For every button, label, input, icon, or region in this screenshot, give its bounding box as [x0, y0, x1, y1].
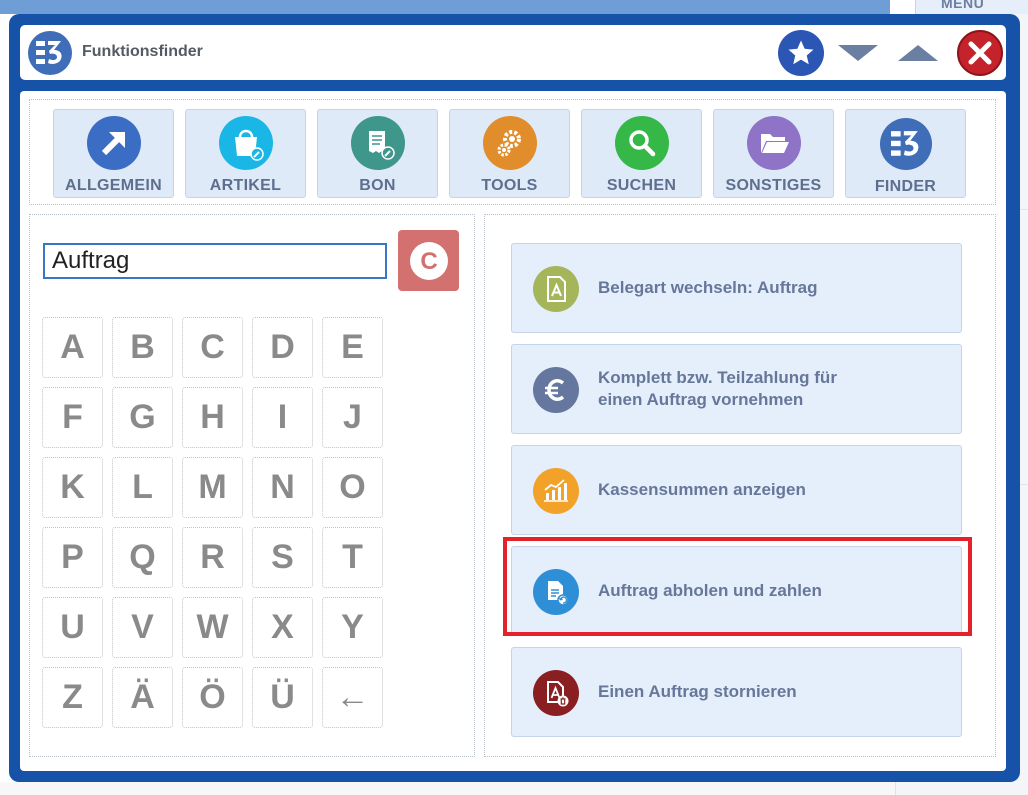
category-finder[interactable]: FINDER: [845, 109, 966, 198]
background-menu-button[interactable]: MENU: [915, 0, 1028, 14]
background-top-bar: [0, 0, 890, 14]
category-sonstiges[interactable]: SONSTIGES: [713, 109, 834, 198]
key[interactable]: P: [42, 527, 103, 588]
key[interactable]: Y: [322, 597, 383, 658]
document-fetch-icon: [533, 569, 579, 615]
triangle-down-icon: [838, 45, 878, 61]
finder-logo-icon: [28, 31, 72, 75]
category-label: FINDER: [874, 178, 937, 195]
key[interactable]: D: [252, 317, 313, 378]
function-label-line1: Komplett bzw. Teilzahlung für: [598, 368, 837, 387]
clear-label: C: [420, 248, 437, 275]
scroll-up-button[interactable]: [895, 30, 941, 76]
folder-icon: [747, 116, 801, 170]
key[interactable]: Ü: [252, 667, 313, 728]
background-menu-label: MENU: [941, 0, 985, 11]
key[interactable]: Ö: [182, 667, 243, 728]
key[interactable]: B: [112, 317, 173, 378]
category-label: BON: [359, 177, 396, 194]
key[interactable]: I: [252, 387, 313, 448]
category-label: SONSTIGES: [725, 177, 822, 194]
function-label: Belegart wechseln: Auftrag: [598, 278, 818, 297]
function-teilzahlung[interactable]: Komplett bzw. Teilzahlung für einen Auftr…: [511, 344, 962, 434]
category-bon[interactable]: BON: [317, 109, 438, 198]
results-panel: Belegart wechseln: Auftrag Komplett bzw.…: [484, 214, 996, 757]
star-icon: [788, 40, 814, 65]
search-input[interactable]: [43, 243, 387, 279]
key[interactable]: M: [182, 457, 243, 518]
key[interactable]: F: [42, 387, 103, 448]
category-label: TOOLS: [481, 177, 538, 194]
shopping-bag-icon: [219, 116, 273, 170]
title-bar: Funktionsfinder: [20, 25, 1006, 80]
key[interactable]: Ä: [112, 667, 173, 728]
key[interactable]: Q: [112, 527, 173, 588]
key[interactable]: N: [252, 457, 313, 518]
key[interactable]: X: [252, 597, 313, 658]
key[interactable]: J: [322, 387, 383, 448]
triangle-up-icon: [898, 45, 938, 61]
function-auftrag-abholen[interactable]: Auftrag abholen und zahlen: [511, 546, 962, 636]
close-icon: [968, 41, 992, 65]
category-bar: ALLGEMEIN ARTIKEL BON TOOLS SUCHEN SONST…: [29, 99, 996, 205]
funktionsfinder-dialog: Funktionsfinder ALLGEMEIN ARTIKEL BON TO…: [9, 14, 1020, 782]
function-label: Kassensummen anzeigen: [598, 480, 806, 499]
function-kassensummen[interactable]: Kassensummen anzeigen: [511, 445, 962, 535]
arrow-up-right-icon: [87, 116, 141, 170]
category-label: ALLGEMEIN: [65, 177, 162, 194]
function-auftrag-stornieren[interactable]: Einen Auftrag stornieren: [511, 647, 962, 737]
key[interactable]: U: [42, 597, 103, 658]
category-label: SUCHEN: [606, 177, 677, 194]
search-panel: C A B C D E F G H I J K L M N O P Q: [29, 214, 475, 757]
key[interactable]: O: [322, 457, 383, 518]
key[interactable]: H: [182, 387, 243, 448]
key[interactable]: S: [252, 527, 313, 588]
function-label: Einen Auftrag stornieren: [598, 682, 797, 701]
magnifier-icon: [615, 116, 669, 170]
favorite-button[interactable]: [778, 30, 824, 76]
key[interactable]: A: [42, 317, 103, 378]
function-label: Auftrag abholen und zahlen: [598, 581, 822, 600]
backspace-key[interactable]: ←: [322, 667, 383, 728]
dialog-title: Funktionsfinder: [82, 43, 203, 60]
function-label-line2: einen Auftrag vornehmen: [598, 390, 804, 409]
key[interactable]: Z: [42, 667, 103, 728]
chart-icon: [533, 468, 579, 514]
category-label: ARTIKEL: [209, 177, 282, 194]
key[interactable]: G: [112, 387, 173, 448]
key[interactable]: E: [322, 317, 383, 378]
key[interactable]: W: [182, 597, 243, 658]
finder-logo-icon: [880, 118, 932, 170]
key[interactable]: L: [112, 457, 173, 518]
dialog-content: ALLGEMEIN ARTIKEL BON TOOLS SUCHEN SONST…: [20, 91, 1006, 771]
clear-icon: C: [409, 241, 448, 280]
key[interactable]: V: [112, 597, 173, 658]
clear-button[interactable]: C: [398, 230, 459, 291]
category-artikel[interactable]: ARTIKEL: [185, 109, 306, 198]
receipt-icon: [351, 116, 405, 170]
category-tools[interactable]: TOOLS: [449, 109, 570, 198]
euro-icon: [533, 367, 579, 413]
close-button[interactable]: [957, 30, 1003, 76]
category-suchen[interactable]: SUCHEN: [581, 109, 702, 198]
key[interactable]: T: [322, 527, 383, 588]
scroll-down-button[interactable]: [835, 30, 881, 76]
key[interactable]: R: [182, 527, 243, 588]
background-bottom-strip: [0, 782, 895, 795]
function-belegart-wechseln[interactable]: Belegart wechseln: Auftrag: [511, 243, 962, 333]
key[interactable]: K: [42, 457, 103, 518]
document-a-icon: [533, 266, 579, 312]
document-delete-icon: [533, 670, 579, 716]
gears-icon: [483, 116, 537, 170]
category-allgemein[interactable]: ALLGEMEIN: [53, 109, 174, 198]
key[interactable]: C: [182, 317, 243, 378]
